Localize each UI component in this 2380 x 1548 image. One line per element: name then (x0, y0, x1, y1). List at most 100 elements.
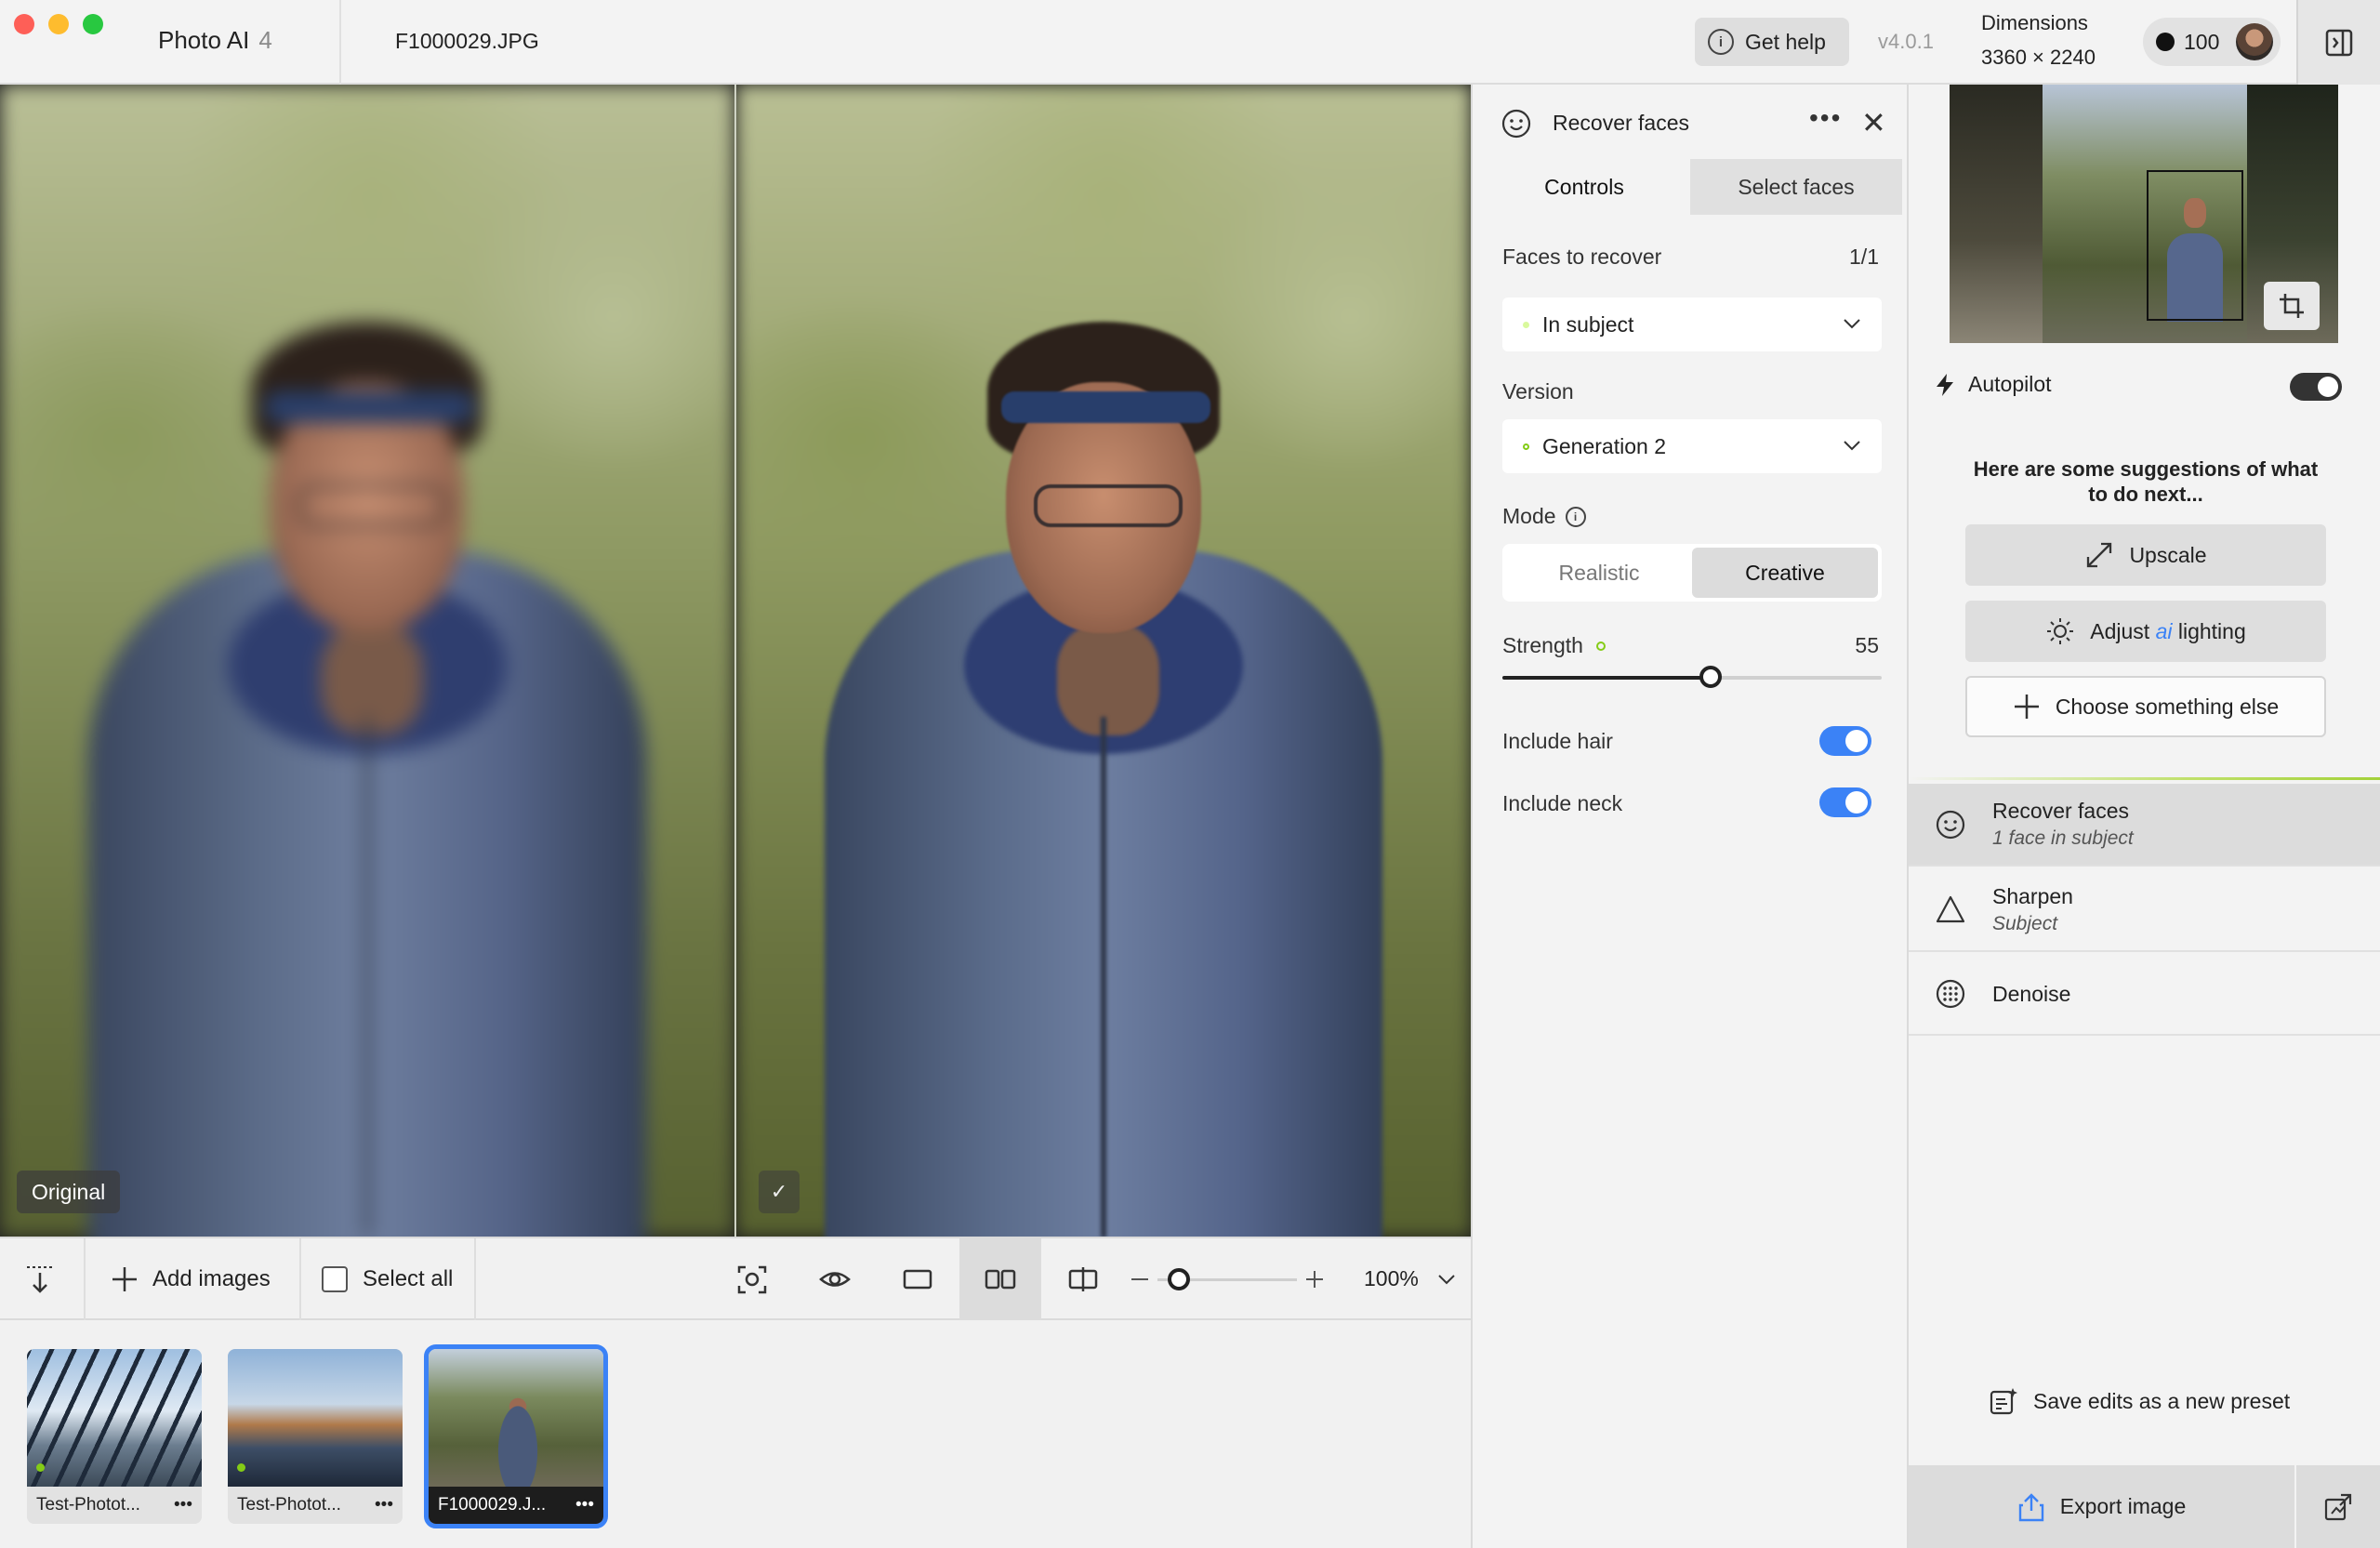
mode-creative-option[interactable]: Creative (1692, 548, 1878, 598)
add-images-button[interactable]: Add images (110, 1238, 271, 1320)
zoom-out-button[interactable] (1130, 1238, 1150, 1320)
zoom-in-button[interactable] (1304, 1238, 1325, 1320)
zoom-level-select[interactable]: 100% (1364, 1266, 1456, 1291)
processed-check-tag: ✓ (759, 1171, 800, 1213)
eye-icon (819, 1272, 851, 1287)
export-settings-button[interactable] (2296, 1465, 2380, 1548)
face-detect-button[interactable] (711, 1238, 793, 1320)
thumbnail-image (228, 1349, 403, 1487)
dotted-circle-icon (1936, 979, 1965, 1009)
adjust-lighting-label: Adjust ai lighting (2090, 618, 2246, 643)
version-dropdown[interactable]: Generation 2 (1502, 419, 1882, 473)
enhancement-denoise[interactable]: Denoise (1909, 954, 2380, 1036)
strength-slider-handle[interactable] (1699, 666, 1723, 688)
original-photo (0, 85, 734, 1237)
smile-icon (1501, 109, 1531, 138)
filmstrip-thumbnail[interactable]: Test-Photot... ••• (27, 1349, 202, 1524)
plus-icon (2014, 695, 2039, 719)
tab-controls[interactable]: Controls (1478, 159, 1690, 215)
navigator-viewport-box[interactable] (2147, 170, 2243, 321)
strength-label: Strength (1502, 633, 1583, 657)
dimensions-label: Dimensions (1981, 11, 2088, 34)
right-sidebar: Autopilot Here are some suggestions of w… (1909, 85, 2380, 1548)
mode-label-row: Mode i (1502, 504, 1586, 529)
filmstrip-thumbnail[interactable]: Test-Photot... ••• (228, 1349, 403, 1524)
info-icon: i (1708, 29, 1734, 55)
window-zoom-button[interactable] (83, 14, 103, 34)
filmstrip-thumbnail-selected[interactable]: F1000029.J... ••• (424, 1344, 608, 1528)
include-hair-toggle[interactable] (1819, 726, 1871, 756)
side-by-side-view-button[interactable] (959, 1238, 1041, 1320)
autopilot-label: Autopilot (1968, 372, 2052, 396)
triangle-icon (1936, 895, 1965, 923)
preview-toggle-button[interactable] (794, 1238, 876, 1320)
thumbnail-more-button[interactable]: ••• (174, 1495, 192, 1515)
upscale-suggestion-button[interactable]: Upscale (1965, 524, 2326, 586)
panel-more-button[interactable]: ••• (1809, 103, 1842, 133)
choose-something-else-button[interactable]: Choose something else (1965, 676, 2326, 737)
window-close-button[interactable] (14, 14, 34, 34)
lightning-icon (1937, 373, 1953, 396)
enhancement-recover-faces[interactable]: Recover faces 1 face in subject (1909, 784, 2380, 867)
enhancement-detail: Subject (1992, 912, 2058, 934)
enhancement-name: Recover faces (1992, 799, 2130, 823)
toggle-sidebar-button[interactable] (2296, 0, 2380, 85)
scan-face-icon (737, 1265, 767, 1294)
chevron-down-icon (1438, 1275, 1455, 1285)
version-label: Version (1502, 379, 1574, 404)
credit-icon (2156, 33, 2175, 51)
enhancement-sharpen[interactable]: Sharpen Subject (1909, 868, 2380, 952)
mode-realistic-option[interactable]: Realistic (1506, 548, 1692, 598)
thumbnail-name: Test-Photot... (36, 1495, 140, 1515)
share-upload-icon (2018, 1492, 2043, 1521)
export-image-button[interactable]: Export image (1909, 1465, 2294, 1548)
title-bar: Photo AI 4 F1000029.JPG i Get help v4.0.1… (0, 0, 2380, 85)
zoom-slider-handle[interactable] (1167, 1268, 1190, 1290)
faces-dropdown[interactable]: In subject (1502, 298, 1882, 351)
credits-badge[interactable]: 100 (2143, 18, 2281, 66)
side-by-side-icon (985, 1269, 1016, 1290)
avatar[interactable] (2236, 23, 2273, 60)
status-dot (1523, 321, 1529, 328)
thumbnail-more-button[interactable]: ••• (375, 1495, 393, 1515)
info-icon[interactable]: i (1565, 506, 1586, 527)
autopilot-row: Autopilot (1935, 372, 2052, 397)
image-canvas[interactable]: Original ✓ (0, 85, 1471, 1237)
film-strip: Test-Photot... ••• Test-Photot... ••• F1… (0, 1320, 1471, 1548)
thumbnail-image (27, 1349, 202, 1487)
thumbnail-image (429, 1349, 603, 1487)
window-minimize-button[interactable] (48, 14, 69, 34)
expand-arrows-icon (2087, 542, 2112, 568)
plus-icon (112, 1267, 137, 1291)
single-view-button[interactable] (877, 1238, 959, 1320)
split-view-button[interactable] (1042, 1238, 1124, 1320)
panel-close-button[interactable]: ✕ (1861, 105, 1886, 140)
processed-view[interactable] (736, 85, 1471, 1237)
choose-something-else-label: Choose something else (2055, 694, 2280, 719)
get-help-button[interactable]: i Get help (1695, 18, 1849, 66)
checkbox-box[interactable] (322, 1266, 348, 1292)
original-tag: Original (17, 1171, 121, 1213)
crop-button[interactable] (2264, 282, 2320, 330)
strength-slider[interactable] (1502, 666, 1882, 688)
select-all-checkbox[interactable]: Select all (322, 1238, 453, 1320)
include-neck-toggle[interactable] (1819, 787, 1871, 817)
adjust-lighting-suggestion-button[interactable]: Adjust ai lighting (1965, 601, 2326, 662)
select-all-label: Select all (363, 1266, 454, 1291)
import-button[interactable] (24, 1238, 56, 1320)
autopilot-toggle[interactable] (2290, 373, 2342, 401)
chevron-down-icon (1844, 319, 1860, 329)
tab-select-faces[interactable]: Select faces (1690, 159, 1902, 215)
panel-tabs: Controls Select faces (1478, 159, 1902, 215)
original-view[interactable]: Original (0, 85, 734, 1237)
get-help-label: Get help (1745, 29, 1826, 54)
save-preset-button[interactable]: Save edits as a new preset (1989, 1386, 2290, 1416)
credits-count: 100 (2184, 29, 2220, 54)
export-image-label: Export image (2059, 1494, 2187, 1518)
version-dropdown-value: Generation 2 (1542, 433, 1666, 458)
faces-dropdown-value: In subject (1542, 311, 1634, 337)
mode-label: Mode (1502, 504, 1556, 528)
thumbnail-more-button[interactable]: ••• (575, 1495, 594, 1515)
export-settings-icon (2324, 1493, 2352, 1520)
plus-icon (1306, 1271, 1323, 1288)
